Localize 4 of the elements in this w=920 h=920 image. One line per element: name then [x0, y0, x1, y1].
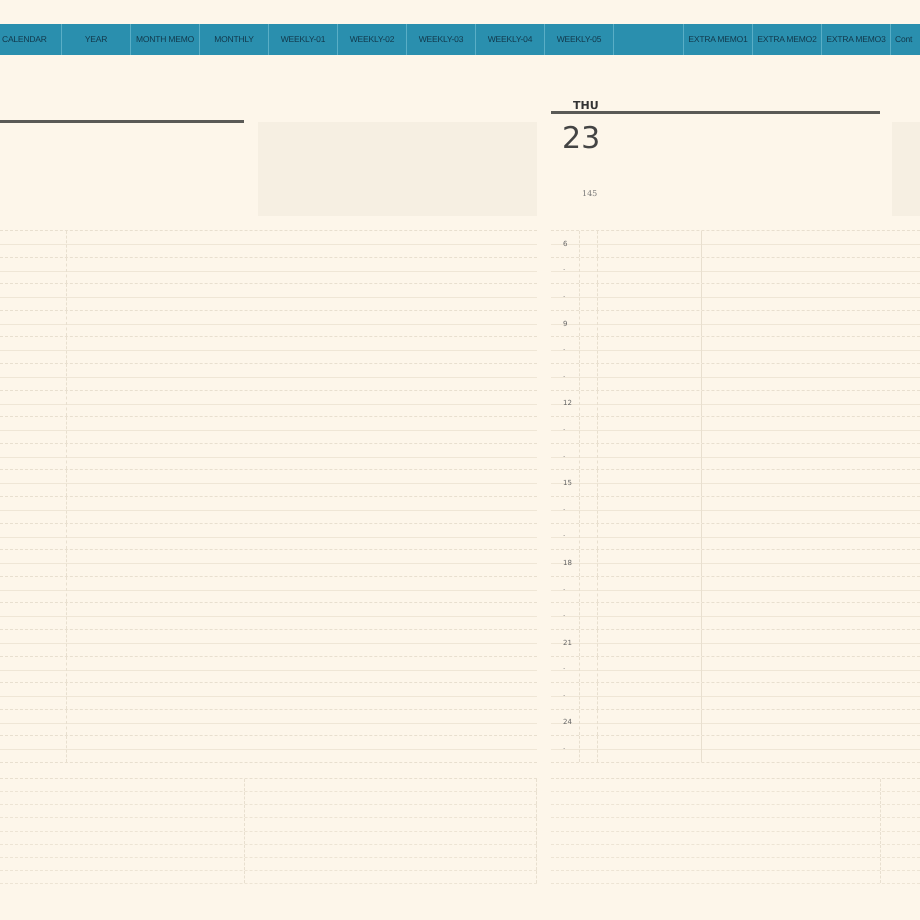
date-number: 23 — [562, 124, 602, 154]
nav-tab[interactable]: CALENDAR — [0, 24, 62, 55]
day-of-year: 145 — [582, 190, 598, 198]
weekday-label: THU — [573, 98, 600, 109]
